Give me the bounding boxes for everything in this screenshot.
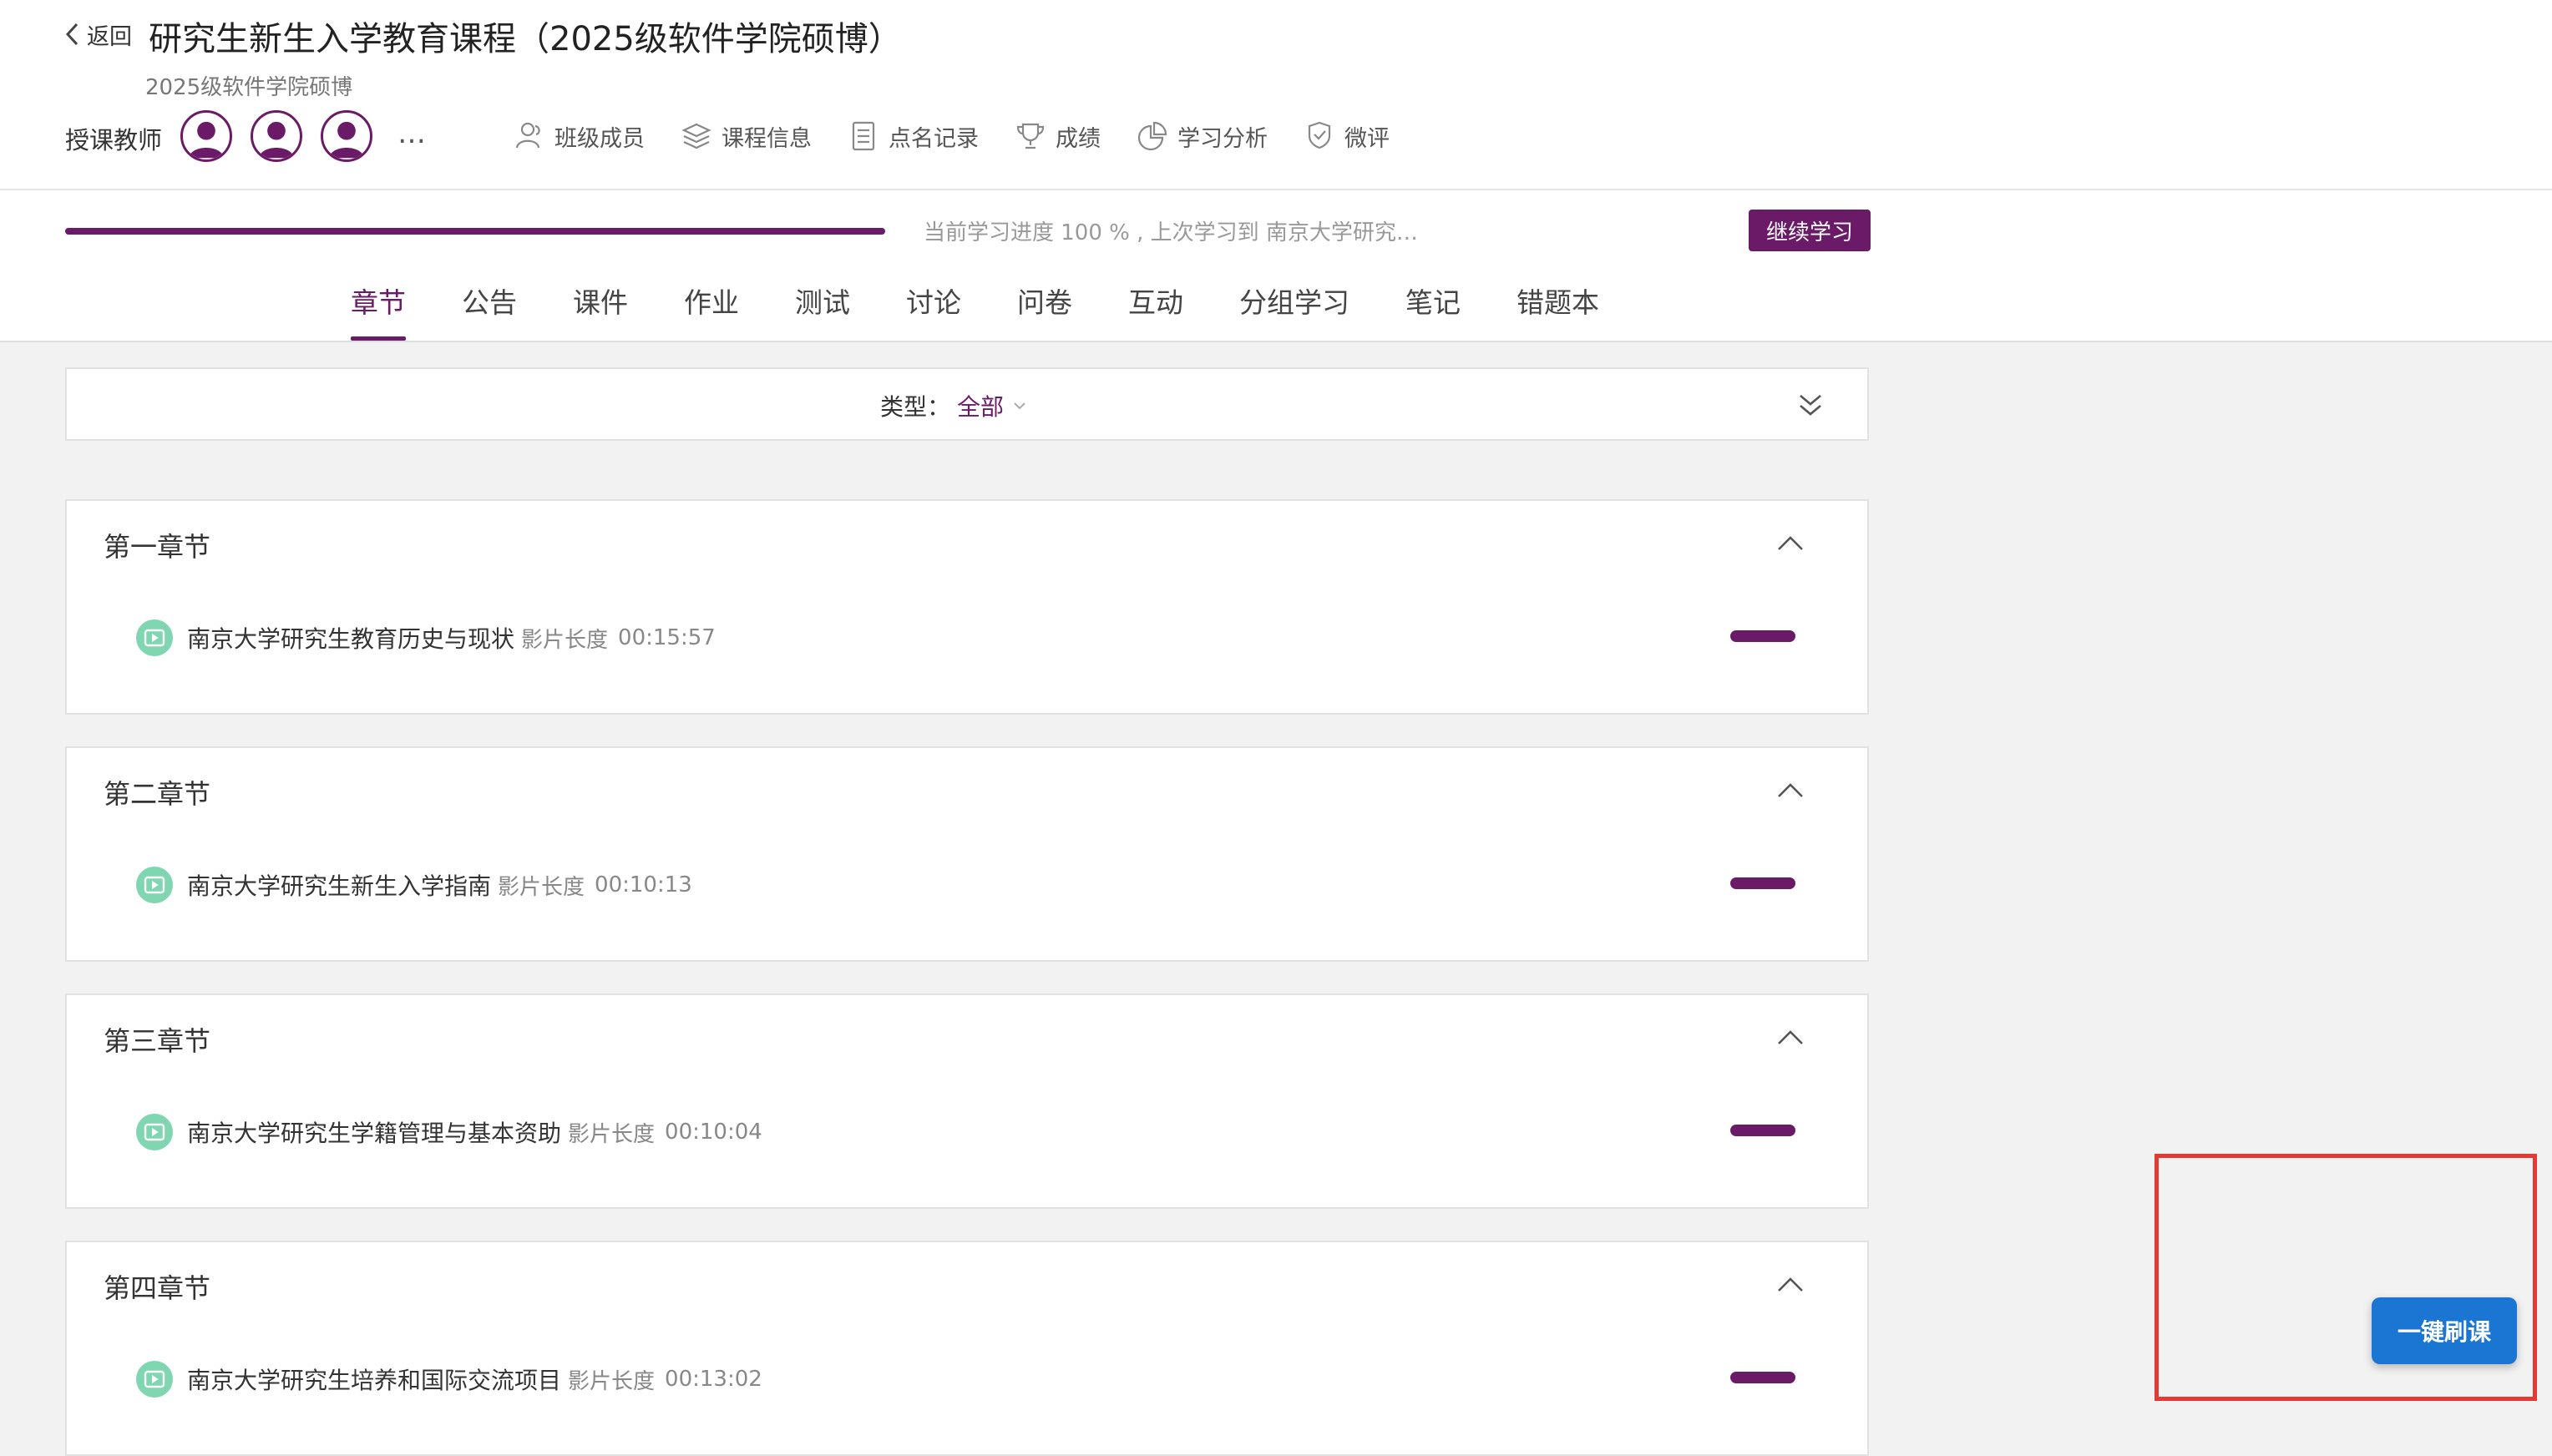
lesson-meta-label: 影片长度: [568, 1368, 656, 1394]
chevron-down-icon: [1014, 402, 1025, 410]
person-icon: [259, 121, 294, 159]
teacher-avatar[interactable]: [251, 110, 302, 162]
lesson-completion-indicator: [1730, 630, 1795, 642]
video-icon: [136, 1361, 173, 1398]
tab-item[interactable]: 讨论: [906, 281, 961, 341]
tool-label: 班级成员: [554, 125, 645, 152]
back-label: 返回: [87, 23, 132, 50]
lesson-title: 南京大学研究生学籍管理与基本资助: [187, 1120, 562, 1147]
layers-icon: [681, 123, 711, 149]
lesson-item[interactable]: 南京大学研究生学籍管理与基本资助 影片长度 00:10:04: [135, 1112, 762, 1152]
chevron-up-icon[interactable]: [1774, 531, 1807, 554]
lesson-duration: 00:10:13: [595, 872, 692, 897]
filter-value: 全部: [957, 393, 1005, 421]
tab-item[interactable]: 作业: [684, 281, 739, 341]
double-chevron-down-icon[interactable]: [1794, 391, 1827, 421]
person-icon: [329, 121, 364, 159]
chevron-left-icon: [65, 23, 78, 46]
tool-label: 微评: [1344, 125, 1390, 152]
teacher-avatar[interactable]: [180, 110, 232, 162]
type-filter-bar: 类型： 全部: [65, 367, 1869, 441]
lesson-duration: 00:15:57: [618, 625, 716, 650]
back-button[interactable]: 返回: [63, 15, 132, 53]
lesson-item[interactable]: 南京大学研究生新生入学指南 影片长度 00:10:13: [135, 865, 692, 905]
video-icon: [136, 619, 173, 656]
lesson-duration: 00:13:02: [665, 1367, 762, 1392]
class-members-button[interactable]: 班级成员: [513, 115, 645, 157]
members-icon: [515, 122, 540, 149]
comment-badge-icon: [1308, 121, 1331, 149]
more-teachers-button[interactable]: …: [397, 117, 428, 150]
lesson-completion-indicator: [1730, 1372, 1795, 1383]
learning-analysis-button[interactable]: 学习分析: [1136, 115, 1268, 157]
tool-label: 课程信息: [722, 125, 812, 152]
chevron-up-icon[interactable]: [1774, 1272, 1807, 1296]
type-filter-select[interactable]: 全部: [957, 389, 1027, 422]
top-header: 返回 研究生新生入学教育课程（2025级软件学院硕博） 2025级软件学院硕博 …: [0, 0, 2552, 342]
tab-item[interactable]: 问卷: [1017, 281, 1072, 341]
tab-item[interactable]: 测试: [795, 281, 850, 341]
tool-label: 学习分析: [1177, 125, 1268, 152]
grades-button[interactable]: 成绩: [1014, 115, 1101, 157]
trophy-icon: [1016, 123, 1045, 149]
lesson-meta-label: 影片长度: [521, 627, 609, 653]
chevron-up-icon[interactable]: [1774, 778, 1807, 801]
chapter-card: 第三章节南京大学研究生学籍管理与基本资助 影片长度 00:10:04: [65, 993, 1869, 1209]
chapter-title: 第二章节: [104, 778, 211, 810]
tab-item[interactable]: 公告: [462, 281, 517, 341]
filter-label: 类型：: [880, 393, 951, 421]
video-icon: [136, 1114, 173, 1150]
tab-item[interactable]: 互动: [1128, 281, 1183, 341]
chapter-card: 第四章节南京大学研究生培养和国际交流项目 影片长度 00:13:02: [65, 1241, 1869, 1456]
tab-bar: 章节 公告 课件 作业 测试 讨论 问卷 互动 分组学习 笔记 错题本: [351, 281, 1655, 341]
lesson-meta-label: 影片长度: [568, 1121, 656, 1147]
chapter-card: 第二章节南京大学研究生新生入学指南 影片长度 00:10:13: [65, 746, 1869, 962]
document-icon: [852, 121, 875, 151]
teacher-label: 授课教师: [65, 126, 163, 154]
chapter-title: 第三章节: [104, 1025, 211, 1057]
course-info-button[interactable]: 课程信息: [680, 115, 812, 157]
lesson-item[interactable]: 南京大学研究生教育历史与现状 影片长度 00:15:57: [135, 618, 716, 658]
course-toolbar: 班级成员 课程信息 点名记录 成绩 学习分析 微评: [513, 115, 1425, 157]
divider: [0, 341, 2552, 342]
micro-review-button[interactable]: 微评: [1303, 115, 1390, 157]
tab-item[interactable]: 章节: [351, 281, 406, 341]
chapter-title: 第一章节: [104, 531, 211, 563]
page-title: 研究生新生入学教育课程（2025级软件学院硕博）: [149, 20, 902, 58]
tab-item[interactable]: 笔记: [1405, 281, 1461, 341]
tool-label: 成绩: [1056, 125, 1101, 152]
divider: [0, 189, 2552, 190]
lesson-completion-indicator: [1730, 877, 1795, 889]
person-icon: [189, 121, 224, 159]
lesson-title: 南京大学研究生培养和国际交流项目: [187, 1367, 562, 1394]
tab-item[interactable]: 错题本: [1517, 281, 1599, 341]
lesson-duration: 00:10:04: [665, 1120, 762, 1145]
teacher-avatar[interactable]: [321, 110, 372, 162]
continue-learning-button[interactable]: 继续学习: [1749, 210, 1871, 251]
pie-chart-icon: [1137, 121, 1167, 151]
lesson-item[interactable]: 南京大学研究生培养和国际交流项目 影片长度 00:13:02: [135, 1359, 762, 1399]
course-subtitle: 2025级软件学院硕博: [145, 75, 353, 100]
chapter-card: 第一章节南京大学研究生教育历史与现状 影片长度 00:15:57: [65, 499, 1869, 715]
tab-item[interactable]: 课件: [573, 281, 628, 341]
lesson-title: 南京大学研究生教育历史与现状: [187, 625, 515, 653]
lesson-title: 南京大学研究生新生入学指南: [187, 872, 492, 900]
progress-fill: [65, 228, 885, 235]
chapter-title: 第四章节: [104, 1272, 211, 1304]
lesson-meta-label: 影片长度: [498, 874, 585, 900]
progress-text: 当前学习进度 100 % , 上次学习到 南京大学研究…: [924, 220, 1418, 245]
one-click-course-button[interactable]: 一键刷课: [2372, 1297, 2517, 1364]
roll-call-button[interactable]: 点名记录: [847, 115, 979, 157]
tab-item[interactable]: 分组学习: [1239, 281, 1349, 341]
chevron-up-icon[interactable]: [1774, 1025, 1807, 1049]
progress-bar: [65, 228, 885, 235]
tool-label: 点名记录: [889, 125, 979, 152]
lesson-completion-indicator: [1730, 1125, 1795, 1136]
video-icon: [136, 867, 173, 903]
